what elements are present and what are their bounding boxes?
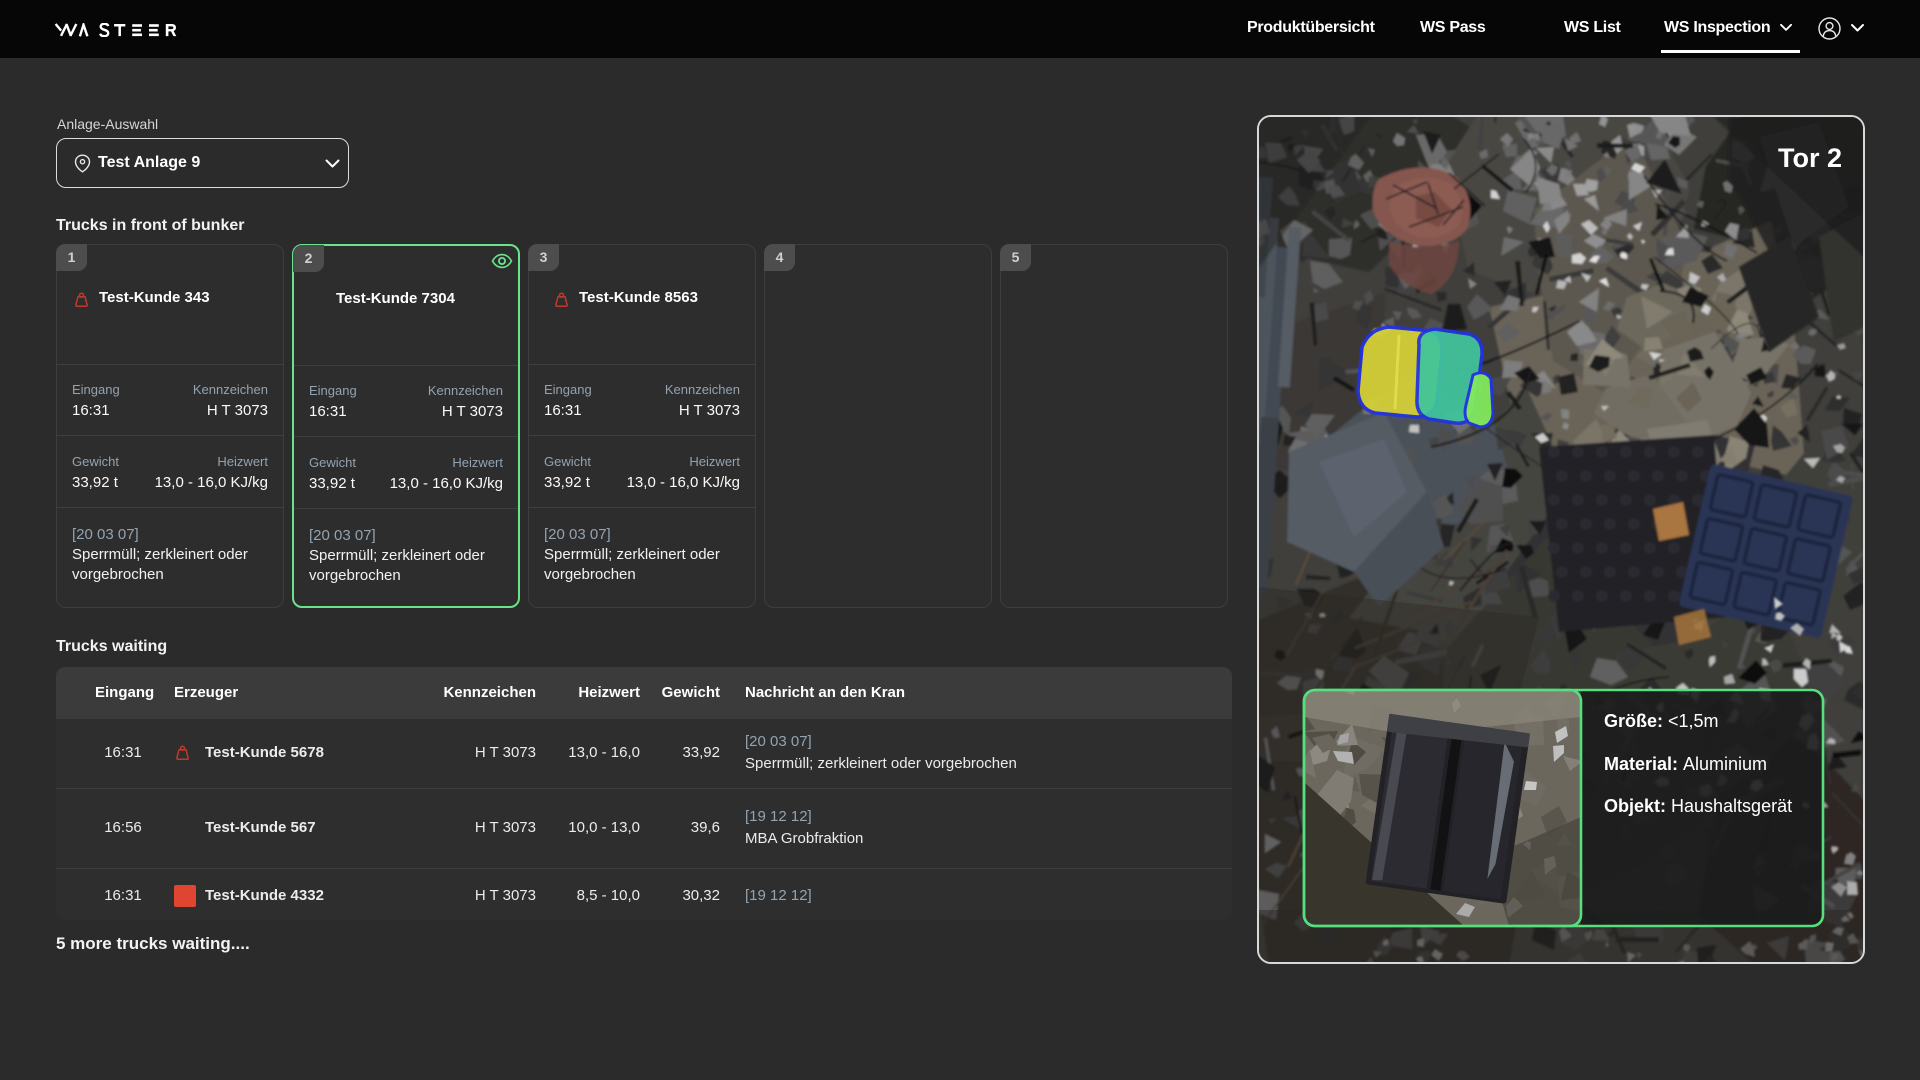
svg-text:Größe: <1,5m: Größe: <1,5m [1604,711,1719,731]
svg-text:Material: Aluminium: Material: Aluminium [1604,754,1767,774]
svg-text:Objekt: Haushaltsgerät: Objekt: Haushaltsgerät [1604,796,1792,816]
svg-text:Tor 2: Tor 2 [1778,143,1842,173]
